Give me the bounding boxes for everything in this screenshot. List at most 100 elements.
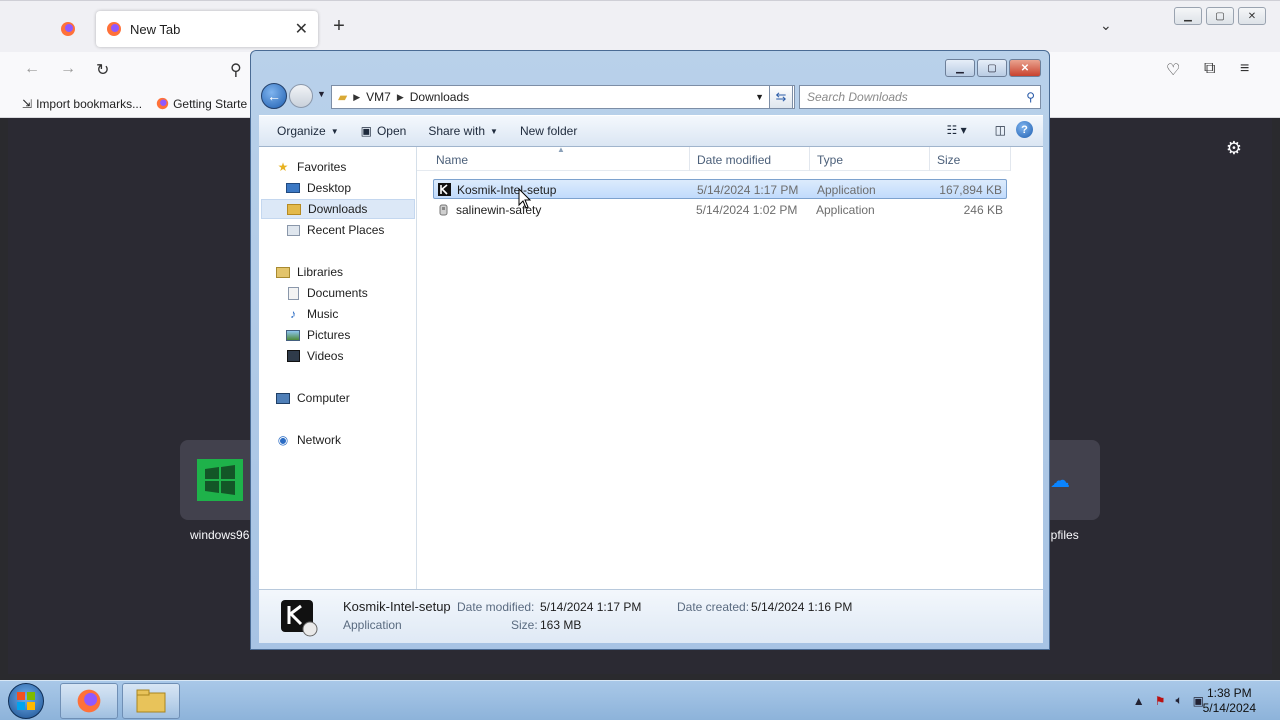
column-header-date-modified[interactable]: Date modified — [697, 153, 771, 167]
downloads-folder-icon — [286, 202, 302, 216]
list-all-tabs-icon[interactable]: ⌄ — [1100, 17, 1112, 34]
bookmark-getting-started[interactable]: Getting Starte — [156, 97, 247, 111]
nav-videos[interactable]: Videos — [285, 346, 415, 366]
maximize-button[interactable]: ▢ — [977, 59, 1007, 77]
nav-music[interactable]: ♪ Music — [285, 304, 415, 324]
explorer-window: ▁ ▢ ✕ ← ▼ ▰ ▶ VM7 ▶ Downloads ▼ ⇆ Search… — [250, 50, 1050, 650]
firefox-pinned-tab[interactable] — [54, 15, 82, 43]
minimize-button[interactable]: ▁ — [945, 59, 975, 77]
open-button[interactable]: ▣ Open — [353, 119, 415, 143]
action-center-icon[interactable]: ⚑ — [1155, 694, 1166, 708]
close-button[interactable]: ✕ — [1238, 7, 1266, 25]
details-file-kind: Application — [343, 618, 402, 632]
search-icon[interactable]: ⚲ — [230, 60, 242, 80]
firefox-icon — [77, 689, 101, 713]
nav-computer[interactable]: Computer — [275, 388, 415, 408]
import-icon: ⇲ — [22, 96, 33, 111]
back-button[interactable]: ← — [261, 83, 287, 109]
music-icon: ♪ — [290, 307, 296, 321]
nav-label: Downloads — [308, 202, 368, 216]
recent-pages-dropdown[interactable]: ▼ — [317, 89, 326, 99]
bookmark-label: Import bookmarks... — [36, 96, 143, 111]
nav-pictures[interactable]: Pictures — [285, 325, 415, 345]
maximize-button[interactable]: ▢ — [1206, 7, 1234, 25]
details-date-modified-label: Date modified: — [457, 600, 535, 614]
application-large-icon — [281, 600, 318, 637]
column-divider[interactable] — [1010, 147, 1011, 171]
reload-icon[interactable]: ↻ — [96, 60, 109, 80]
column-divider[interactable] — [809, 147, 810, 171]
nav-label: Music — [307, 307, 339, 321]
column-divider[interactable] — [689, 147, 690, 171]
nav-label: Desktop — [307, 181, 352, 195]
nav-recent-places[interactable]: Recent Places — [285, 220, 415, 240]
videos-icon — [285, 349, 301, 363]
computer-icon — [275, 391, 291, 405]
breadcrumb-separator-icon: ▶ — [353, 91, 361, 102]
organize-label: Organize — [277, 124, 326, 138]
help-icon[interactable]: ? — [1016, 121, 1033, 138]
new-tab-button[interactable]: + — [328, 15, 350, 38]
taskbar-firefox-button[interactable] — [60, 683, 118, 719]
file-type: Application — [817, 183, 876, 197]
tab-title: New Tab — [130, 21, 181, 37]
nav-downloads[interactable]: Downloads — [261, 199, 415, 219]
start-button[interactable] — [8, 683, 44, 719]
nav-label: Computer — [297, 391, 350, 405]
volume-icon[interactable]: 🔈︎ — [1175, 693, 1182, 708]
column-divider[interactable] — [929, 147, 930, 171]
nav-desktop[interactable]: Desktop — [285, 178, 415, 198]
command-bar: Organize ▼ ▣ Open Share with ▼ New folde… — [259, 115, 1043, 147]
close-button[interactable]: ✕ — [1009, 59, 1041, 77]
preview-pane-icon[interactable]: ◫ — [995, 123, 1006, 137]
open-label: Open — [376, 124, 407, 138]
folder-icon: ▰ — [338, 90, 348, 104]
column-header-size[interactable]: Size — [937, 153, 960, 167]
search-input[interactable]: Search Downloads ⚲ — [799, 85, 1041, 109]
refresh-button[interactable]: ⇆ — [769, 85, 793, 109]
new-folder-label: New folder — [519, 124, 578, 138]
nav-libraries[interactable]: Libraries — [275, 262, 415, 282]
organize-button[interactable]: Organize ▼ — [269, 119, 347, 143]
file-list: ▲ Name Date modified Type Size Kosmik-In… — [417, 145, 1043, 589]
address-bar[interactable]: ▰ ▶ VM7 ▶ Downloads ▼ — [331, 85, 795, 109]
close-tab-icon[interactable]: ✕ — [295, 19, 308, 39]
menu-icon[interactable]: ≡ — [1240, 60, 1249, 78]
address-dropdown-icon[interactable]: ▼ — [755, 92, 764, 102]
explorer-body: ★ Favorites Desktop Downloads Recent Pla… — [259, 145, 1043, 589]
extensions-icon[interactable]: ⧉ — [1204, 60, 1215, 78]
nav-label: Favorites — [297, 160, 347, 174]
nav-network[interactable]: ◉ Network — [275, 430, 415, 450]
bookmark-import[interactable]: ⇲ Import bookmarks... — [22, 97, 142, 111]
browser-tab[interactable]: New Tab ✕ — [96, 11, 318, 47]
new-folder-button[interactable]: New folder — [512, 119, 585, 143]
navigation-pane: ★ Favorites Desktop Downloads Recent Pla… — [259, 147, 417, 589]
minimize-button[interactable]: ▁ — [1174, 7, 1202, 25]
nav-label: Recent Places — [307, 223, 385, 237]
breadcrumb-item[interactable]: Downloads — [410, 90, 469, 104]
browser-tab-bar: New Tab ✕ + ⌄ ▁ ▢ ✕ — [0, 0, 1280, 52]
taskbar-explorer-button[interactable] — [122, 683, 180, 719]
clock[interactable]: 1:38 PM 5/14/2024 — [1203, 686, 1256, 716]
back-icon[interactable]: ← — [24, 60, 40, 78]
file-size: 167,894 KB — [939, 183, 1002, 197]
nav-documents[interactable]: Documents — [285, 283, 415, 303]
shortcut-tile-windows96[interactable] — [180, 440, 260, 520]
search-icon: ⚲ — [1026, 90, 1035, 104]
open-icon: ▣ — [360, 124, 372, 138]
share-with-button[interactable]: Share with ▼ — [420, 119, 506, 143]
pocket-icon[interactable]: ♡ — [1166, 60, 1180, 80]
forward-icon[interactable]: → — [60, 60, 76, 78]
column-header-name[interactable]: Name — [436, 153, 468, 167]
gear-icon[interactable]: ⚙ — [1226, 138, 1242, 159]
libraries-icon — [275, 265, 291, 279]
system-tray: ▲ ⚑ 🔈︎ ▣ — [1133, 693, 1204, 708]
forward-button[interactable] — [289, 84, 313, 108]
column-header-type[interactable]: Type — [817, 153, 843, 167]
view-options-icon[interactable]: ☷ ▾ — [947, 123, 967, 137]
breadcrumb-item[interactable]: VM7 — [366, 90, 391, 104]
nav-label: Libraries — [297, 265, 344, 279]
show-hidden-icons-icon[interactable]: ▲ — [1133, 694, 1145, 708]
chevron-down-icon: ▼ — [490, 126, 498, 136]
nav-favorites[interactable]: ★ Favorites — [275, 157, 415, 177]
